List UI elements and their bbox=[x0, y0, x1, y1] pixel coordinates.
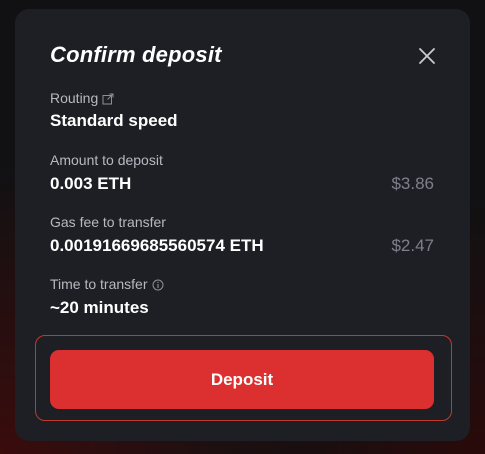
routing-value: Standard speed bbox=[50, 111, 178, 130]
time-label: Time to transfer bbox=[50, 276, 148, 292]
time-label-row: Time to transfer bbox=[50, 276, 164, 292]
info-icon[interactable] bbox=[152, 278, 164, 291]
modal-title: Confirm deposit bbox=[50, 42, 222, 67]
gas-fee-value: 0.00191669685560574 ETH bbox=[50, 236, 264, 255]
amount-value: 0.003 ETH bbox=[50, 174, 132, 193]
close-icon[interactable] bbox=[415, 44, 439, 68]
amount-usd: $3.86 bbox=[391, 174, 434, 193]
confirm-deposit-modal: Confirm deposit Routing Standard speed A… bbox=[15, 9, 470, 441]
gas-fee-label: Gas fee to transfer bbox=[50, 214, 166, 230]
routing-label-row: Routing bbox=[50, 90, 114, 106]
gas-fee-usd: $2.47 bbox=[391, 236, 434, 255]
time-value: ~20 minutes bbox=[50, 298, 149, 317]
amount-label: Amount to deposit bbox=[50, 152, 163, 168]
deposit-button[interactable]: Deposit bbox=[50, 350, 434, 409]
external-link-icon[interactable] bbox=[102, 92, 114, 105]
routing-label: Routing bbox=[50, 90, 99, 106]
